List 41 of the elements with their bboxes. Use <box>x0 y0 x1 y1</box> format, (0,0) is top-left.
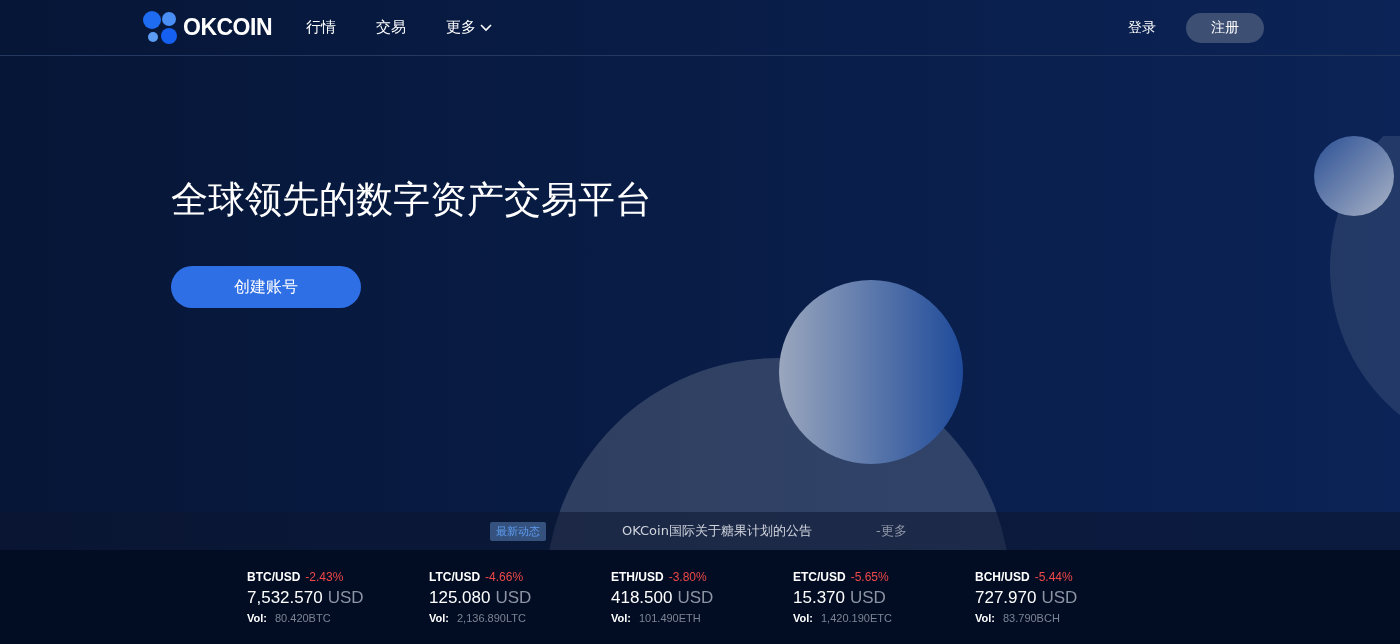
volume-value: 83.790BCH <box>1002 612 1060 624</box>
pair-label[interactable]: ETC/USD <box>793 570 846 584</box>
nav-link[interactable]: 交易 <box>376 18 406 37</box>
price-value: 418.500 <box>611 588 673 608</box>
volume-value: 2,136.890LTC <box>456 612 526 624</box>
volume-label: Vol: <box>247 612 267 624</box>
price-unit: USD <box>327 588 364 608</box>
announcement-link[interactable]: OKCoin国际关于糖果计划的公告 <box>622 522 812 540</box>
price-change: -3.80% <box>668 570 707 584</box>
volume-label: Vol: <box>975 612 995 624</box>
volume-value: 101.490ETH <box>638 612 701 624</box>
hero-title: 全球领先的数字资产交易平台 <box>171 177 653 223</box>
price-unit: USD <box>1041 588 1078 608</box>
volume-value: 80.420BTC <box>274 612 331 624</box>
price-value: 7,532.570 <box>247 588 323 608</box>
pair-label[interactable]: BCH/USD <box>975 570 1030 584</box>
more-link[interactable]: -更多 <box>875 522 907 540</box>
logo-text[interactable]: OKCOIN <box>183 14 272 41</box>
price-change: -5.44% <box>1034 570 1073 584</box>
news-badge: 最新动态 <box>490 521 546 541</box>
nav-link[interactable]: 行情 <box>306 18 336 37</box>
price-unit: USD <box>850 588 886 608</box>
pair-label[interactable]: BTC/USD <box>247 570 301 584</box>
register-button[interactable]: 注册 <box>1186 12 1264 43</box>
volume-label: Vol: <box>611 612 631 624</box>
price-change: -5.65% <box>850 570 889 584</box>
price-change: -4.66% <box>485 570 524 584</box>
volume-value: 1,420.190ETC <box>820 612 892 624</box>
price-value: 15.370 <box>793 588 845 608</box>
price-unit: USD <box>495 588 532 608</box>
price-value: 125.080 <box>429 588 491 608</box>
price-unit: USD <box>677 588 714 608</box>
create-account-button[interactable]: 创建账号 <box>171 266 361 308</box>
nav-link[interactable]: 更多 <box>446 18 492 37</box>
price-value: 727.970 <box>975 588 1037 608</box>
volume-label: Vol: <box>793 612 813 624</box>
price-change: -2.43% <box>305 570 344 584</box>
pair-label[interactable]: LTC/USD <box>429 570 481 584</box>
volume-label: Vol: <box>429 612 449 624</box>
pair-label[interactable]: ETH/USD <box>611 570 664 584</box>
login-link[interactable]: 登录 <box>1128 18 1156 37</box>
